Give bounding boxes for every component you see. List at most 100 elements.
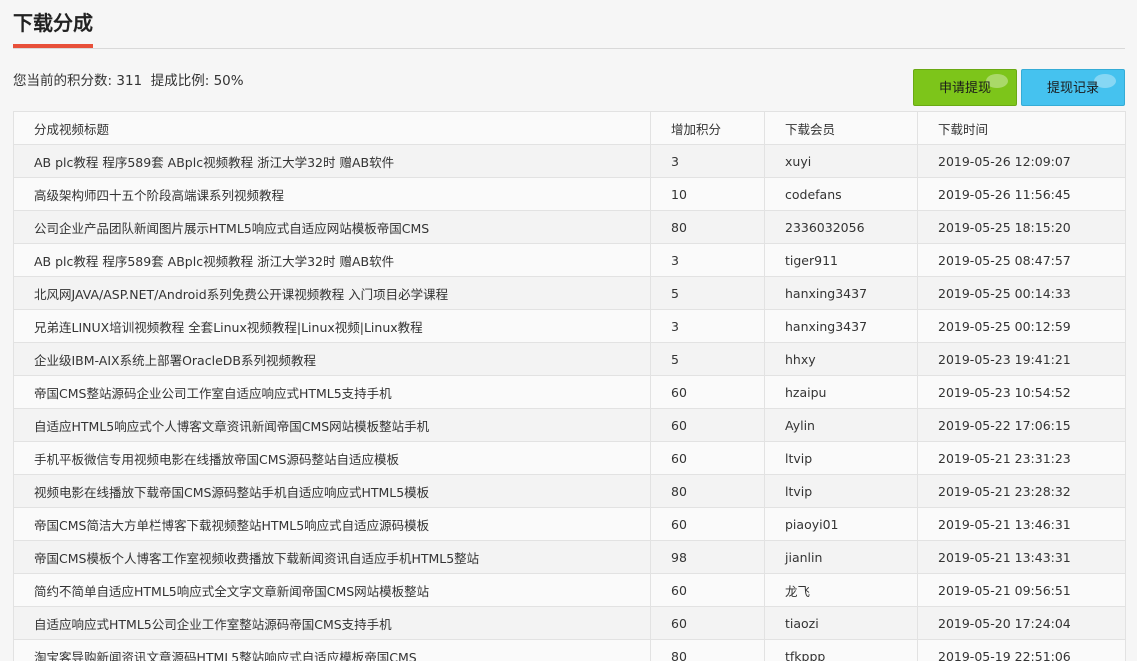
table-row: AB plc教程 程序589套 ABplc视频教程 浙江大学32时 赠AB软件 3…	[13, 144, 1126, 178]
cell-download-time: 2019-05-21 09:56:51	[917, 573, 1126, 607]
cell-download-time: 2019-05-25 18:15:20	[917, 210, 1126, 244]
cell-download-time: 2019-05-20 17:24:04	[917, 606, 1126, 640]
cell-download-time: 2019-05-26 12:09:07	[917, 144, 1126, 178]
cell-points: 3	[650, 309, 765, 343]
cell-download-time: 2019-05-21 13:46:31	[917, 507, 1126, 541]
cell-video-title: 公司企业产品团队新闻图片展示HTML5响应式自适应网站模板帝国CMS	[13, 210, 651, 244]
cell-points: 60	[650, 408, 765, 442]
cell-points: 5	[650, 276, 765, 310]
withdraw-records-button[interactable]: 提现记录	[1021, 69, 1125, 106]
cell-points: 60	[650, 606, 765, 640]
apply-withdraw-label: 申请提现	[938, 81, 991, 96]
cell-video-title: AB plc教程 程序589套 ABplc视频教程 浙江大学32时 赠AB软件	[13, 144, 651, 178]
column-header-points: 增加积分	[650, 111, 765, 145]
title-underline	[13, 44, 93, 48]
title-bar: 下载分成	[13, 0, 1125, 49]
cell-points: 10	[650, 177, 765, 211]
table-row: 帝国CMS简洁大方单栏博客下载视频整站HTML5响应式自适应源码模板 60 piao…	[13, 507, 1126, 541]
table-row: 企业级IBM-AIX系统上部署OracleDB系列视频教程 5 hhxy 2019-0…	[13, 342, 1126, 376]
table-body: AB plc教程 程序589套 ABplc视频教程 浙江大学32时 赠AB软件 3…	[13, 144, 1126, 661]
column-header-member: 下载会员	[764, 111, 918, 145]
cell-video-title: 帝国CMS模板个人博客工作室视频收费播放下载新闻资讯自适应手机HTML5整站	[13, 540, 651, 574]
table-row: 自适应响应式HTML5公司企业工作室整站源码帝国CMS支持手机 60 tiaozi 2…	[13, 606, 1126, 640]
cell-points: 98	[650, 540, 765, 574]
cell-member: 2336032056	[764, 210, 918, 244]
column-header-time: 下载时间	[917, 111, 1126, 145]
table-row: 手机平板微信专用视频电影在线播放帝国CMS源码整站自适应模板 60 ltvip 201…	[13, 441, 1126, 475]
cell-member: jianlin	[764, 540, 918, 574]
cell-member: ltvip	[764, 474, 918, 508]
cell-download-time: 2019-05-25 00:12:59	[917, 309, 1126, 343]
table-row: 帝国CMS整站源码企业公司工作室自适应响应式HTML5支持手机 60 hzaipu 2…	[13, 375, 1126, 409]
cell-member: tiger911	[764, 243, 918, 277]
table-row: AB plc教程 程序589套 ABplc视频教程 浙江大学32时 赠AB软件 3…	[13, 243, 1126, 277]
cell-video-title: 淘宝客导购新闻资讯文章源码HTML5整站响应式自适应模板帝国CMS	[13, 639, 651, 661]
cell-download-time: 2019-05-21 23:31:23	[917, 441, 1126, 475]
table-row: 简约不简单自适应HTML5响应式全文字文章新闻帝国CMS网站模板整站 60 龙飞 20…	[13, 573, 1126, 607]
cell-video-title: 北风网JAVA/ASP.NET/Android系列免费公开课视频教程 入门项目必…	[13, 276, 651, 310]
cell-download-time: 2019-05-25 08:47:57	[917, 243, 1126, 277]
table-row: 淘宝客导购新闻资讯文章源码HTML5整站响应式自适应模板帝国CMS 80 tfkpp…	[13, 639, 1126, 661]
download-commission-page: 下载分成 您当前的积分数: 311 提成比例: 50% 申请提现 提现记录 分成…	[0, 0, 1137, 661]
cell-member: Aylin	[764, 408, 918, 442]
cell-member: hanxing3437	[764, 276, 918, 310]
column-header-title: 分成视频标题	[13, 111, 651, 145]
cell-download-time: 2019-05-25 00:14:33	[917, 276, 1126, 310]
table-row: 视频电影在线播放下载帝国CMS源码整站手机自适应响应式HTML5模板 80 ltvi…	[13, 474, 1126, 508]
ratio-label: 提成比例:	[150, 73, 210, 89]
cell-download-time: 2019-05-21 23:28:32	[917, 474, 1126, 508]
points-summary: 您当前的积分数: 311 提成比例: 50%	[13, 72, 244, 90]
apply-withdraw-button[interactable]: 申请提现	[913, 69, 1017, 106]
cell-download-time: 2019-05-21 13:43:31	[917, 540, 1126, 574]
cell-member: 龙飞	[764, 573, 918, 607]
cell-video-title: 简约不简单自适应HTML5响应式全文字文章新闻帝国CMS网站模板整站	[13, 573, 651, 607]
cell-points: 60	[650, 375, 765, 409]
cell-member: hanxing3437	[764, 309, 918, 343]
cell-member: ltvip	[764, 441, 918, 475]
table-header-row: 分成视频标题 增加积分 下载会员 下载时间	[13, 111, 1126, 145]
cell-video-title: 帝国CMS简洁大方单栏博客下载视频整站HTML5响应式自适应源码模板	[13, 507, 651, 541]
cell-member: tfkppp	[764, 639, 918, 661]
cell-member: piaoyi01	[764, 507, 918, 541]
cell-video-title: AB plc教程 程序589套 ABplc视频教程 浙江大学32时 赠AB软件	[13, 243, 651, 277]
cell-points: 80	[650, 210, 765, 244]
table-row: 高级架构师四十五个阶段高端课系列视频教程 10 codefans 2019-05-26…	[13, 177, 1126, 211]
cell-video-title: 自适应响应式HTML5公司企业工作室整站源码帝国CMS支持手机	[13, 606, 651, 640]
cell-download-time: 2019-05-23 10:54:52	[917, 375, 1126, 409]
cell-points: 80	[650, 474, 765, 508]
cell-points: 3	[650, 243, 765, 277]
cell-points: 80	[650, 639, 765, 661]
cell-member: tiaozi	[764, 606, 918, 640]
cell-video-title: 手机平板微信专用视频电影在线播放帝国CMS源码整站自适应模板	[13, 441, 651, 475]
table-row: 北风网JAVA/ASP.NET/Android系列免费公开课视频教程 入门项目必…	[13, 276, 1126, 310]
commission-table: 分成视频标题 增加积分 下载会员 下载时间 AB plc教程 程序589套 AB…	[13, 111, 1126, 661]
cell-download-time: 2019-05-19 22:51:06	[917, 639, 1126, 661]
cell-points: 60	[650, 441, 765, 475]
points-value: 311	[116, 73, 143, 89]
cell-download-time: 2019-05-26 11:56:45	[917, 177, 1126, 211]
cell-video-title: 视频电影在线播放下载帝国CMS源码整站手机自适应响应式HTML5模板	[13, 474, 651, 508]
table-row: 兄弟连LINUX培训视频教程 全套Linux视频教程|Linux视频|Linux…	[13, 309, 1126, 343]
cell-video-title: 高级架构师四十五个阶段高端课系列视频教程	[13, 177, 651, 211]
cell-member: xuyi	[764, 144, 918, 178]
cell-points: 3	[650, 144, 765, 178]
cell-member: codefans	[764, 177, 918, 211]
cell-points: 60	[650, 507, 765, 541]
table-row: 帝国CMS模板个人博客工作室视频收费播放下载新闻资讯自适应手机HTML5整站 98…	[13, 540, 1126, 574]
cell-download-time: 2019-05-23 19:41:21	[917, 342, 1126, 376]
table-row: 公司企业产品团队新闻图片展示HTML5响应式自适应网站模板帝国CMS 80 2336…	[13, 210, 1126, 244]
table-row: 自适应HTML5响应式个人博客文章资讯新闻帝国CMS网站模板整站手机 60 Ayli…	[13, 408, 1126, 442]
cell-video-title: 兄弟连LINUX培训视频教程 全套Linux视频教程|Linux视频|Linux…	[13, 309, 651, 343]
page-title: 下载分成	[13, 11, 93, 35]
points-label: 您当前的积分数:	[13, 73, 113, 89]
cell-download-time: 2019-05-22 17:06:15	[917, 408, 1126, 442]
ratio-value: 50%	[213, 73, 244, 89]
cell-video-title: 帝国CMS整站源码企业公司工作室自适应响应式HTML5支持手机	[13, 375, 651, 409]
cell-member: hzaipu	[764, 375, 918, 409]
withdraw-records-label: 提现记录	[1046, 81, 1099, 96]
cell-video-title: 企业级IBM-AIX系统上部署OracleDB系列视频教程	[13, 342, 651, 376]
cell-member: hhxy	[764, 342, 918, 376]
cell-points: 60	[650, 573, 765, 607]
cell-points: 5	[650, 342, 765, 376]
cell-video-title: 自适应HTML5响应式个人博客文章资讯新闻帝国CMS网站模板整站手机	[13, 408, 651, 442]
